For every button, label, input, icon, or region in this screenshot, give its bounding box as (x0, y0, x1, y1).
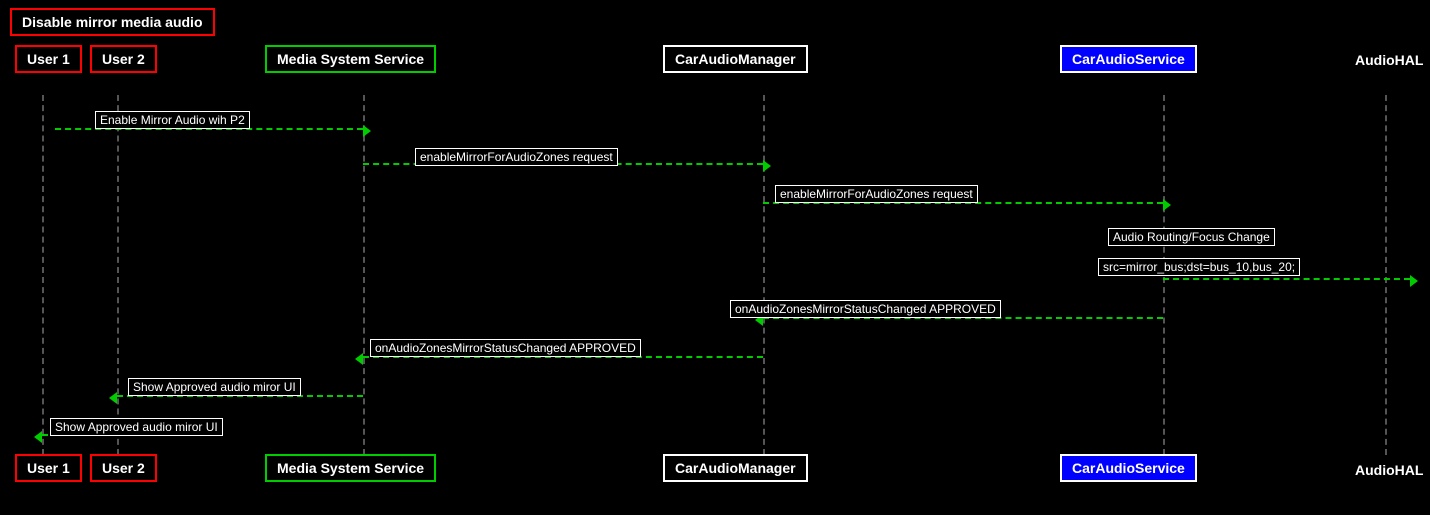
title-box: Disable mirror media audio (10, 8, 215, 36)
actor-user1-top-label: User 1 (27, 51, 70, 67)
actor-user2-bot-label: User 2 (102, 460, 145, 476)
actor-media-bot: Media System Service (265, 454, 436, 482)
actor-cas-top: CarAudioService (1060, 45, 1197, 73)
lifeline-media (363, 95, 365, 455)
arrow-enable-mirror-zones2-label: enableMirrorForAudioZones request (775, 185, 978, 203)
arrow-audio-routing (1163, 278, 1410, 280)
arrow-mirror-status2-label: onAudioZonesMirrorStatusChanged APPROVED (370, 339, 641, 357)
lifeline-user2 (117, 95, 119, 455)
actor-cas-bot: CarAudioService (1060, 454, 1197, 482)
actor-user1-bot: User 1 (15, 454, 82, 482)
actor-user1-bot-label: User 1 (27, 460, 70, 476)
actor-cam-top: CarAudioManager (663, 45, 808, 73)
lifeline-audiohal (1385, 95, 1387, 455)
actor-audiohal-bot: AudioHAL (1355, 462, 1423, 478)
actor-cam-bot: CarAudioManager (663, 454, 808, 482)
arrow-show-approved1-label: Show Approved audio miror UI (128, 378, 301, 396)
actor-media-top-label: Media System Service (277, 51, 424, 67)
actor-user2-top-label: User 2 (102, 51, 145, 67)
actor-cam-top-label: CarAudioManager (675, 51, 796, 67)
actor-media-top: Media System Service (265, 45, 436, 73)
actor-cam-bot-label: CarAudioManager (675, 460, 796, 476)
lifeline-user1 (42, 95, 44, 455)
actor-user1-top: User 1 (15, 45, 82, 73)
actor-media-bot-label: Media System Service (277, 460, 424, 476)
arrow-audio-routing-label2: src=mirror_bus;dst=bus_10,bus_20; (1098, 258, 1300, 276)
actor-audiohal-top: AudioHAL (1355, 52, 1423, 68)
arrow-enable-mirror-label: Enable Mirror Audio wih P2 (95, 111, 250, 129)
lifeline-cam (763, 95, 765, 455)
actor-user2-bot: User 2 (90, 454, 157, 482)
arrow-enable-mirror-zones-label: enableMirrorForAudioZones request (415, 148, 618, 166)
actor-cas-top-label: CarAudioService (1072, 51, 1185, 67)
arrow-mirror-status1-label: onAudioZonesMirrorStatusChanged APPROVED (730, 300, 1001, 318)
arrow-show-approved2-label: Show Approved audio miror UI (50, 418, 223, 436)
title-text: Disable mirror media audio (22, 14, 203, 30)
actor-user2-top: User 2 (90, 45, 157, 73)
actor-cas-bot-label: CarAudioService (1072, 460, 1185, 476)
arrow-audio-routing-label1: Audio Routing/Focus Change (1108, 228, 1275, 246)
